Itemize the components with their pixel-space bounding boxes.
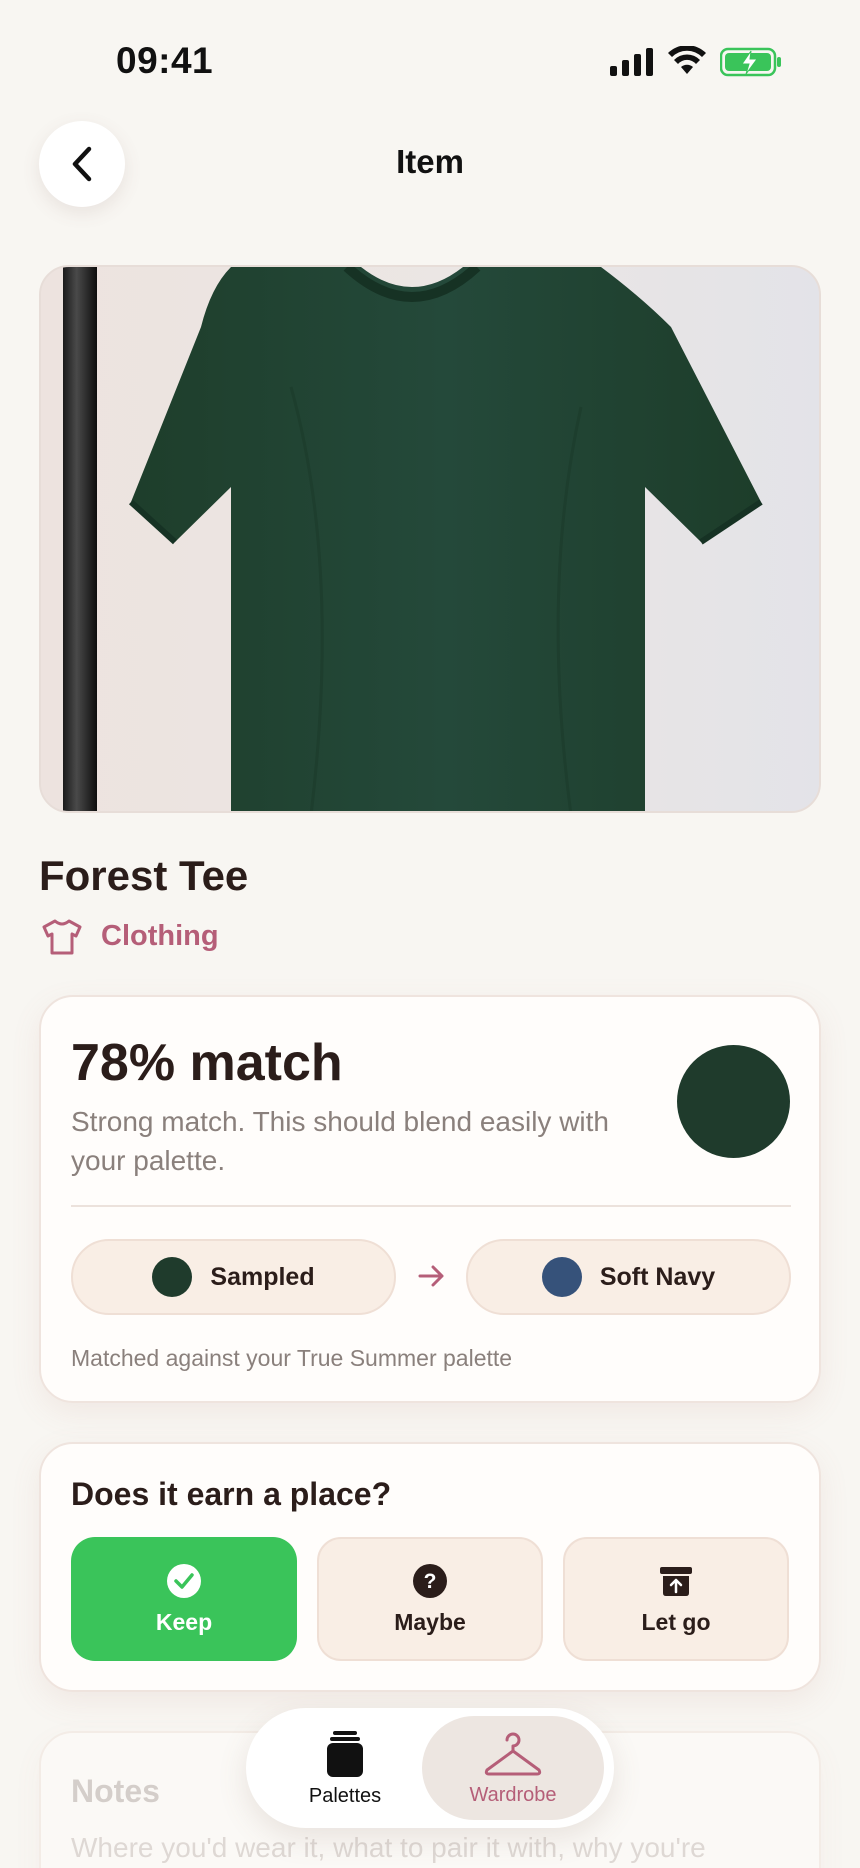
decision-card: Does it earn a place? Keep ? Maybe Let g… [39,1442,821,1692]
item-name: Forest Tee [39,852,249,899]
cellular-signal-icon [610,48,653,76]
wifi-icon [668,46,706,74]
maybe-button[interactable]: ? Maybe [317,1537,543,1661]
target-color-dot [541,1257,582,1297]
keep-button[interactable]: Keep [71,1537,297,1661]
notes-input[interactable]: Where you'd wear it, what to pair it wit… [71,1828,771,1868]
arrow-right-icon [418,1265,444,1287]
hanger-icon [484,1732,542,1775]
status-bar: 09:41 [0,0,860,120]
svg-text:?: ? [424,1570,437,1593]
t-shirt-image [41,267,819,811]
page-title: Item [396,143,464,180]
palette-note: Matched against your True Summer palette [71,1345,513,1371]
keep-label: Keep [155,1608,213,1635]
let-go-label: Let go [641,1608,711,1635]
jar-icon [327,1730,363,1777]
question-circle-icon: ? [413,1563,447,1598]
category-label: Clothing [101,920,219,952]
match-description: Strong match. This should blend easily w… [71,1106,609,1176]
notes-title: Notes [71,1773,160,1809]
tab-wardrobe[interactable]: Wardrobe [422,1716,604,1820]
sampled-color-swatch [677,1045,790,1158]
match-percent: 78% match [71,1034,343,1092]
sampled-color-dot [152,1257,193,1297]
let-go-button[interactable]: Let go [563,1537,789,1661]
target-color-pill[interactable]: Soft Navy [466,1239,791,1315]
decision-title: Does it earn a place? [71,1476,392,1512]
battery-charging-icon [720,47,781,77]
tab-bar: Palettes Wardrobe [246,1708,614,1828]
match-card: 78% match Strong match. This should blen… [39,995,821,1403]
maybe-label: Maybe [394,1608,466,1635]
tab-palettes[interactable]: Palettes [254,1716,436,1820]
check-circle-icon [167,1563,201,1598]
item-photo [39,265,821,813]
target-label: Soft Navy [599,1262,716,1291]
status-time: 09:41 [116,40,214,81]
sampled-color-pill[interactable]: Sampled [71,1239,396,1315]
sampled-label: Sampled [210,1262,315,1291]
tab-palettes-label: Palettes [308,1784,382,1807]
archive-box-icon [660,1566,692,1596]
tab-wardrobe-label: Wardrobe [469,1783,557,1806]
t-shirt-icon [42,919,82,955]
divider [71,1205,791,1207]
